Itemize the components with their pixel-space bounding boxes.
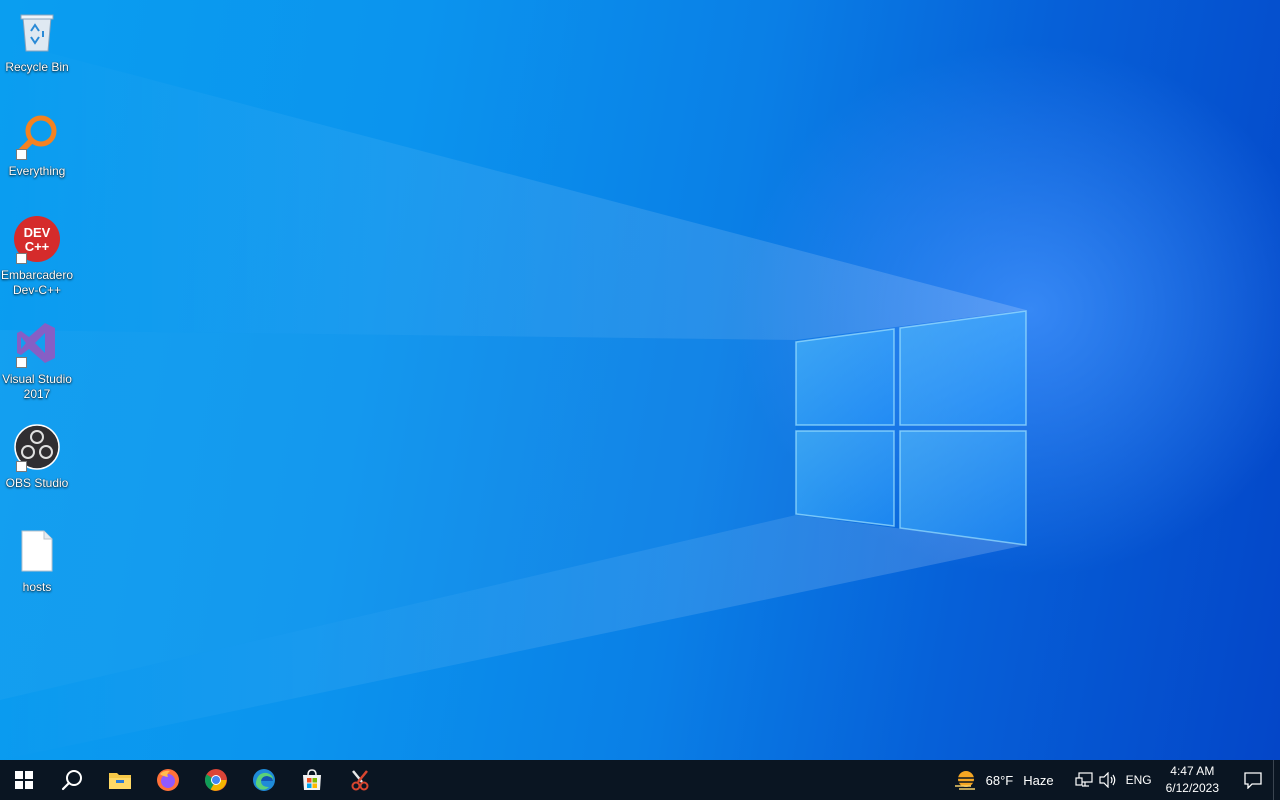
start-button[interactable] [0, 760, 48, 800]
weather-widget[interactable]: 68°F Haze [954, 769, 1054, 791]
system-tray: 68°F Haze ENG 4:47 AM 6/12/2023 [954, 760, 1280, 800]
desktop-icon-label: Visual Studio 2017 [2, 372, 72, 401]
obs-icon [12, 422, 62, 472]
file-icon [12, 526, 62, 576]
clock-time: 4:47 AM [1170, 764, 1215, 778]
search-button[interactable] [48, 760, 96, 800]
input-language-indicator[interactable]: ENG [1126, 773, 1152, 787]
clock-date: 6/12/2023 [1165, 781, 1219, 795]
volume-icon [1098, 772, 1115, 788]
notification-center-button[interactable] [1233, 760, 1273, 800]
file-explorer-icon [109, 773, 131, 789]
edge-icon [253, 769, 275, 791]
taskbar-file-explorer[interactable] [96, 760, 144, 800]
desktop-icon-devcpp[interactable]: DEV C++ Embarcadero Dev-C++ [0, 214, 74, 298]
taskbar-firefox[interactable] [144, 760, 192, 800]
desktop-icon-label: Everything [8, 164, 66, 178]
taskbar-snipping-tool[interactable] [336, 760, 384, 800]
shortcut-arrow-icon [16, 253, 27, 264]
taskbar-microsoft-store[interactable] [288, 760, 336, 800]
taskbar-chrome[interactable] [192, 760, 240, 800]
clock[interactable]: 4:47 AM 6/12/2023 [1166, 763, 1219, 797]
snipping-tool-icon [351, 770, 369, 791]
shortcut-arrow-icon [16, 149, 27, 160]
taskbar: 68°F Haze ENG 4:47 AM 6/12/2023 [0, 760, 1280, 800]
network-icon [1074, 772, 1093, 787]
windows-logo-wallpaper [0, 40, 1027, 760]
desktop-icon-label: Embarcadero Dev-C++ [0, 268, 74, 297]
desktop-icon-recycle-bin[interactable]: Recycle Bin [0, 6, 74, 75]
shortcut-arrow-icon [16, 461, 27, 472]
desktop-icon-visual-studio[interactable]: Visual Studio 2017 [0, 318, 74, 402]
svg-text:C++: C++ [25, 239, 50, 254]
volume-button[interactable] [1096, 760, 1120, 800]
desktop-icon-hosts[interactable]: hosts [0, 526, 74, 595]
desktop-icon-label: Recycle Bin [5, 60, 69, 74]
microsoft-store-icon [303, 769, 321, 790]
notification-icon [1244, 772, 1262, 789]
chrome-icon [205, 769, 227, 791]
svg-text:DEV: DEV [24, 225, 51, 240]
windows-start-icon [15, 771, 33, 789]
weather-temperature: 68°F [985, 772, 1014, 788]
desktop-icon-label: hosts [22, 580, 52, 594]
recycle-bin-icon [12, 6, 62, 56]
desktop-icon-label: OBS Studio [5, 476, 69, 490]
devcpp-icon: DEV C++ [12, 214, 62, 264]
desktop-wallpaper: Recycle Bin Everything DEV C++ Embarcade… [0, 0, 1280, 760]
shortcut-arrow-icon [16, 357, 27, 368]
everything-search-icon [12, 110, 62, 160]
desktop-icon-everything[interactable]: Everything [0, 110, 74, 179]
firefox-icon [157, 769, 179, 791]
search-icon [61, 770, 82, 791]
weather-condition: Haze [1023, 772, 1054, 788]
visual-studio-icon [12, 318, 62, 368]
haze-icon [954, 771, 977, 790]
desktop-icon-obs-studio[interactable]: OBS Studio [0, 422, 74, 491]
taskbar-edge[interactable] [240, 760, 288, 800]
network-button[interactable] [1072, 760, 1096, 800]
show-desktop-button[interactable] [1273, 760, 1280, 800]
